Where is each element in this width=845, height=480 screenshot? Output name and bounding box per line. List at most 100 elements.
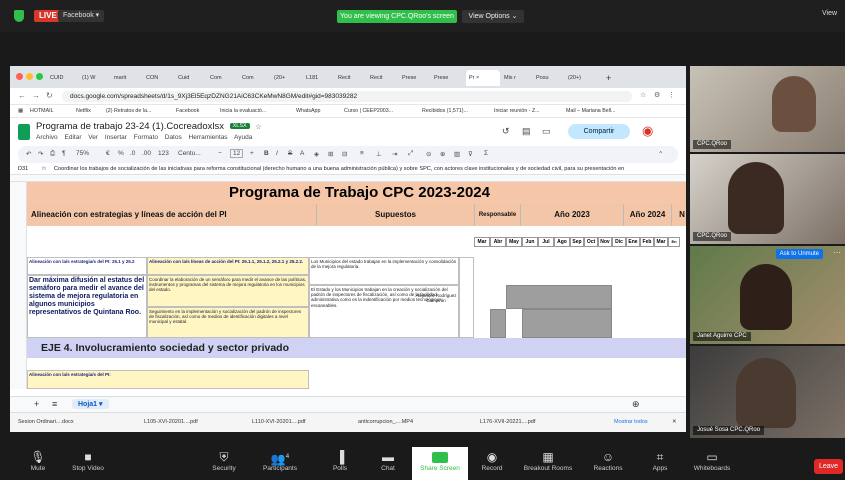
menu-ayuda[interactable]: Ayuda	[234, 134, 252, 141]
fill-color-icon[interactable]: ◈	[314, 150, 319, 158]
download-item[interactable]: Sesion Ordinari....docx	[18, 419, 74, 425]
month-cell[interactable]: Ago	[554, 237, 570, 247]
bold-button[interactable]: B	[264, 150, 269, 157]
objetivo-cell[interactable]: Dar máxima difusión al estatus del semáf…	[27, 275, 147, 338]
collapse-toolbar-icon[interactable]: ⌃	[658, 150, 663, 158]
browser-tab[interactable]: Com	[242, 70, 272, 86]
insert-chart-icon[interactable]: ▥	[454, 150, 460, 158]
percent-button[interactable]: %	[118, 150, 124, 157]
font-select[interactable]: Centu...	[178, 150, 201, 157]
document-title-text[interactable]: Programa de trabajo 23-24 (1).Cocreadoxl…	[36, 121, 224, 132]
month-cell[interactable]: En	[668, 237, 680, 247]
account-avatar[interactable]: ◉	[642, 123, 653, 139]
menu-editar[interactable]: Editar	[65, 134, 82, 141]
browser-tab[interactable]: Recit	[370, 70, 400, 86]
extensions-icon[interactable]: ⚙	[654, 91, 660, 99]
paint-format-icon[interactable]: ¶	[62, 150, 66, 157]
stop-video-button[interactable]: ■ Stop Video	[60, 447, 116, 480]
browser-tab[interactable]: (20+)	[568, 70, 598, 86]
month-cell[interactable]: Mar	[474, 237, 490, 247]
currency-button[interactable]: €	[106, 150, 110, 157]
history-icon[interactable]: ↺	[502, 126, 510, 137]
borders-icon[interactable]: ⊞	[328, 150, 333, 158]
align-horizontal-icon[interactable]: ≡	[360, 150, 364, 157]
browser-tab[interactable]: Prese	[402, 70, 432, 86]
download-item[interactable]: anticorrupcion_....MP4	[358, 419, 413, 425]
responsable-cell[interactable]: Alejandro Rodríguez Campirán	[413, 292, 459, 312]
bookmark-mail[interactable]: Mail – Mariana Bell...	[566, 108, 615, 114]
participant-video[interactable]: Ask to Unmute ··· Janet Aguirre CPC	[690, 246, 845, 344]
ask-to-unmute-button[interactable]: Ask to Unmute	[775, 249, 823, 259]
empty-cell[interactable]	[459, 257, 474, 338]
back-icon[interactable]: ←	[18, 91, 26, 100]
reload-icon[interactable]: ↻	[46, 91, 53, 100]
new-tab-icon[interactable]: +	[606, 70, 618, 86]
formula-input[interactable]: Coordinar los trabajos de socialización …	[54, 166, 674, 172]
document-title[interactable]: Programa de trabajo 23-24 (1).Cocreadoxl…	[36, 121, 262, 132]
reactions-button[interactable]: ☺ Reactions	[580, 447, 636, 480]
header-next[interactable]: N	[672, 204, 686, 226]
explore-icon[interactable]: ⊕	[632, 399, 640, 410]
participant-video[interactable]: CPC.QRoo	[690, 154, 845, 244]
download-item[interactable]: L110-XVI-20201....pdf	[252, 419, 305, 425]
sheets-logo-icon[interactable]	[18, 124, 30, 140]
menu-ver[interactable]: Ver	[88, 134, 98, 141]
bookmark-facebook[interactable]: Facebook	[176, 108, 199, 114]
leave-button[interactable]: Leave	[814, 459, 843, 474]
merge-cells-icon[interactable]: ⊟	[342, 150, 347, 158]
bookmark-hotmail[interactable]: HOTMAIL	[30, 108, 54, 114]
show-all-downloads-link[interactable]: Mostrar todos	[614, 419, 648, 425]
all-sheets-icon[interactable]: ≡	[52, 399, 57, 409]
month-cell[interactable]: Oct	[584, 237, 598, 247]
menu-herramientas[interactable]: Herramientas	[189, 134, 228, 141]
font-size-field[interactable]: 12	[230, 149, 244, 158]
insert-link-icon[interactable]: ⊝	[426, 150, 431, 158]
close-downloads-icon[interactable]: ✕	[672, 419, 677, 425]
decrease-decimal-button[interactable]: .0	[130, 150, 135, 157]
header-year-2024[interactable]: Año 2024	[624, 204, 672, 226]
breakout-rooms-button[interactable]: ▦ Breakout Rooms	[520, 447, 576, 480]
eje-4-title[interactable]: EJE 4. Involucramiento sociedad y sector…	[41, 342, 289, 354]
text-wrap-icon[interactable]: ⇥	[392, 150, 397, 158]
redo-icon[interactable]: ↷	[38, 150, 43, 158]
participant-video[interactable]: CPC.QRoo	[690, 66, 845, 152]
browser-tab-active[interactable]: Pr ×	[466, 70, 500, 86]
month-cell[interactable]: Nov	[598, 237, 612, 247]
header-year-2023[interactable]: Año 2023	[521, 204, 624, 226]
number-format-button[interactable]: 123	[158, 150, 169, 157]
print-icon[interactable]: ⎙	[50, 150, 55, 158]
month-cell[interactable]: Abr	[490, 237, 506, 247]
download-item[interactable]: L105-XVI-20201....pdf	[144, 419, 198, 425]
browser-tab[interactable]: L181	[306, 70, 336, 86]
download-item[interactable]: L176-XVII-20221....pdf	[480, 419, 535, 425]
month-cell[interactable]: Jun	[522, 237, 538, 247]
browser-tab[interactable]: CON	[146, 70, 176, 86]
month-cell[interactable]: Jul	[538, 237, 554, 247]
bookmark-netflix[interactable]: Netflix	[76, 108, 91, 114]
insert-comment-icon[interactable]: ⊕	[440, 150, 445, 158]
alineacion-bottom-cell[interactable]: Alineación con la/s estrategia/s del PI:	[27, 370, 309, 389]
forward-icon[interactable]: →	[32, 91, 40, 100]
month-cell[interactable]: Ene	[626, 237, 640, 247]
browser-tab[interactable]: marit	[114, 70, 144, 86]
share-button[interactable]: Compartir	[568, 124, 630, 139]
security-button[interactable]: ⛨ Security	[196, 447, 252, 480]
apps-icon[interactable]: ▦	[18, 108, 23, 114]
font-size-decrease[interactable]: −	[218, 150, 222, 157]
participant-video[interactable]: Josué Sosa CPC.QRoo	[690, 346, 845, 438]
italic-button[interactable]: I	[276, 150, 278, 157]
facebook-live-dropdown[interactable]: Facebook ▾	[58, 10, 105, 22]
bookmark-retratos[interactable]: (2) Retratos de la...	[106, 108, 151, 114]
apps-button[interactable]: ⌗ Apps	[632, 447, 688, 480]
record-button[interactable]: ◉ Record	[464, 447, 520, 480]
spreadsheet-grid[interactable]: Programa de Trabajo CPC 2023-2024 Alinea…	[10, 182, 686, 389]
menu-icon[interactable]: ⋮	[668, 91, 675, 99]
sheet-title[interactable]: Programa de Trabajo CPC 2023-2024	[27, 182, 686, 204]
bookmark-evaluacion[interactable]: Inicia la evaluació...	[220, 108, 266, 114]
meet-icon[interactable]: ▭	[542, 126, 551, 137]
bookmark-iniciar-reunion[interactable]: Iniciar reunión - Z...	[494, 108, 540, 114]
undo-icon[interactable]: ↶	[26, 150, 31, 158]
cell-reference[interactable]: D31	[18, 166, 28, 172]
menu-datos[interactable]: Datos	[165, 134, 182, 141]
header-responsable[interactable]: Responsable	[475, 204, 521, 226]
